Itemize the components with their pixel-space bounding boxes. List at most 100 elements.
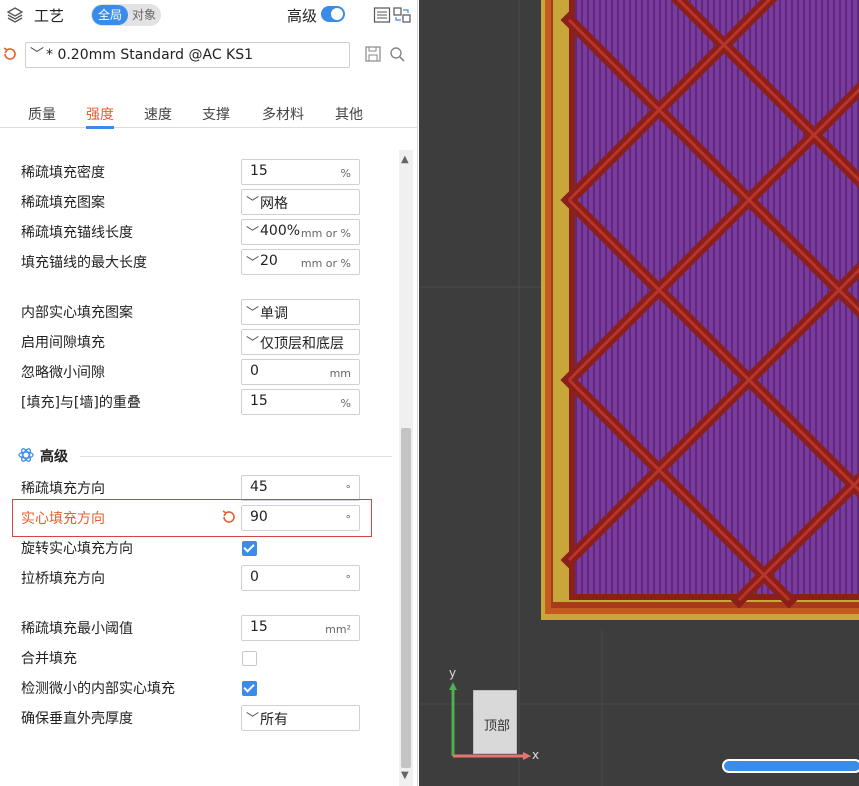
setting-sparse-pattern: 稀疏填充图案 ﹀ 网格	[0, 187, 398, 217]
list-icon[interactable]	[373, 6, 391, 24]
tab-support[interactable]: 支撑	[202, 104, 230, 124]
field-unit: mm or %	[300, 227, 351, 240]
setting-anchor-max: 填充锚线的最大长度 ﹀ 20 mm or %	[0, 247, 398, 277]
scroll-thumb[interactable]	[401, 428, 411, 768]
anchor-max-input[interactable]: ﹀ 20 mm or %	[241, 249, 360, 275]
field-unit: %	[340, 167, 351, 180]
field-value: 仅顶层和底层	[260, 336, 344, 352]
setting-infill-wall-overlap: [填充]与[墙]的重叠 15 %	[0, 387, 398, 417]
save-icon[interactable]	[364, 45, 382, 67]
field-unit: °	[345, 483, 352, 496]
chevron-down-icon: ﹀	[30, 47, 44, 63]
field-value: 90	[250, 509, 268, 525]
panel-title: 工艺	[34, 7, 65, 25]
nav-cube-label: 顶部	[484, 719, 511, 734]
advanced-label: 高级	[287, 7, 318, 25]
setting-label: 稀疏填充锚线长度	[21, 225, 133, 241]
tab-quality[interactable]: 质量	[28, 104, 56, 124]
preset-select[interactable]: ﹀ * 0.20mm Standard @AC KS1	[25, 42, 350, 68]
anchor-length-input[interactable]: ﹀ 400% mm or %	[241, 219, 360, 245]
ensure-vertical-shell-select[interactable]: ﹀ 所有	[241, 705, 360, 731]
sparse-density-input[interactable]: 15 %	[241, 159, 360, 185]
section-title: 高级	[40, 449, 68, 465]
field-unit: mm	[329, 367, 351, 380]
setting-label: 忽略微小间隙	[21, 365, 105, 381]
field-unit: °	[345, 573, 352, 586]
scope-global-button[interactable]: 全局	[92, 5, 128, 25]
setting-bridge-direction: 拉桥填充方向 0 °	[0, 563, 398, 593]
setting-label: 确保垂直外壳厚度	[21, 711, 133, 727]
setting-label: 稀疏填充图案	[21, 195, 105, 211]
sparse-pattern-select[interactable]: ﹀ 网格	[241, 189, 360, 215]
settings-scrollbar[interactable]: ▲ ▼	[399, 150, 413, 786]
advanced-section-header: 高级	[0, 446, 398, 466]
scroll-up-icon[interactable]: ▲	[401, 154, 409, 165]
bridge-direction-input[interactable]: 0 °	[241, 565, 360, 591]
advanced-switch[interactable]	[321, 6, 345, 22]
section-divider	[80, 456, 392, 457]
sparse-threshold-input[interactable]: 15 mm²	[241, 615, 360, 641]
field-unit: °	[345, 513, 352, 526]
slice-preview	[419, 0, 859, 786]
field-unit: %	[340, 397, 351, 410]
field-value: 15	[250, 393, 268, 409]
setting-rotate-solid: 旋转实心填充方向	[0, 533, 398, 563]
setting-internal-solid-pattern: 内部实心填充图案 ﹀ 单调	[0, 297, 398, 327]
setting-label: 稀疏填充方向	[21, 481, 105, 497]
combine-infill-checkbox[interactable]	[242, 651, 257, 666]
chevron-down-icon: ﹀	[246, 712, 260, 727]
sparse-direction-input[interactable]: 45 °	[241, 475, 360, 501]
field-value: 网格	[260, 196, 288, 212]
reset-icon[interactable]	[221, 509, 237, 529]
search-icon[interactable]	[388, 45, 406, 67]
field-value: 20	[260, 253, 278, 269]
field-value: 所有	[260, 712, 288, 728]
tab-others[interactable]: 其他	[335, 104, 363, 124]
setting-label: 稀疏填充最小阈值	[21, 621, 133, 637]
infill-wall-overlap-input[interactable]: 15 %	[241, 389, 360, 415]
field-value: 15	[250, 163, 268, 179]
tab-strength[interactable]: 强度	[86, 104, 114, 129]
panel-header: 工艺 全局 对象 高级	[0, 0, 418, 30]
axis-x-label: x	[532, 748, 540, 762]
process-settings-panel: 工艺 全局 对象 高级 ﹀ * 0.20mm Standard @AC KS1 质…	[0, 0, 418, 786]
settings-list: 稀疏填充密度 15 % 稀疏填充图案 ﹀ 网格 稀疏填充锚线长度 ﹀ 400% …	[0, 150, 398, 786]
solid-direction-input[interactable]: 90 °	[241, 505, 360, 531]
field-value: 0	[250, 363, 259, 379]
setting-gap-fill: 启用间隙填充 ﹀ 仅顶层和底层	[0, 327, 398, 357]
setting-label: 内部实心填充图案	[21, 305, 133, 321]
chevron-down-icon: ﹀	[246, 306, 260, 321]
scope-toggle[interactable]: 全局 对象	[91, 4, 161, 26]
setting-label: 填充锚线的最大长度	[21, 255, 147, 271]
field-value: 400%	[260, 223, 301, 239]
scope-object-button[interactable]: 对象	[129, 5, 159, 25]
chevron-down-icon: ﹀	[246, 256, 260, 271]
internal-solid-pattern-select[interactable]: ﹀ 单调	[241, 299, 360, 325]
setting-label: 启用间隙填充	[21, 335, 105, 351]
tab-multimaterial[interactable]: 多材料	[262, 104, 304, 124]
chevron-down-icon: ﹀	[246, 226, 260, 241]
compare-icon[interactable]	[393, 6, 411, 24]
detect-narrow-solid-checkbox[interactable]	[242, 681, 257, 696]
gap-fill-select[interactable]: ﹀ 仅顶层和底层	[241, 329, 360, 355]
setting-label: 稀疏填充密度	[21, 165, 105, 181]
navigation-cube[interactable]: 顶部	[473, 690, 517, 754]
setting-solid-direction: 实心填充方向 90 °	[12, 499, 372, 537]
reset-icon[interactable]	[2, 46, 18, 66]
setting-anchor-length: 稀疏填充锚线长度 ﹀ 400% mm or %	[0, 217, 398, 247]
rotate-solid-checkbox[interactable]	[242, 541, 257, 556]
scroll-down-icon[interactable]: ▼	[401, 770, 409, 781]
3d-viewport[interactable]	[419, 0, 859, 786]
setting-sparse-density: 稀疏填充密度 15 %	[0, 157, 398, 187]
setting-label: [填充]与[墙]的重叠	[21, 395, 141, 411]
filter-gaps-input[interactable]: 0 mm	[241, 359, 360, 385]
setting-sparse-threshold: 稀疏填充最小阈值 15 mm²	[0, 613, 398, 643]
field-value: 单调	[260, 306, 288, 322]
preset-row: ﹀ * 0.20mm Standard @AC KS1	[0, 40, 418, 70]
tab-speed[interactable]: 速度	[144, 104, 172, 124]
field-unit: mm²	[325, 623, 351, 636]
preset-value: * 0.20mm Standard @AC KS1	[46, 47, 254, 63]
slider-handle[interactable]	[722, 759, 859, 773]
field-value: 45	[250, 479, 268, 495]
chevron-down-icon: ﹀	[246, 196, 260, 211]
